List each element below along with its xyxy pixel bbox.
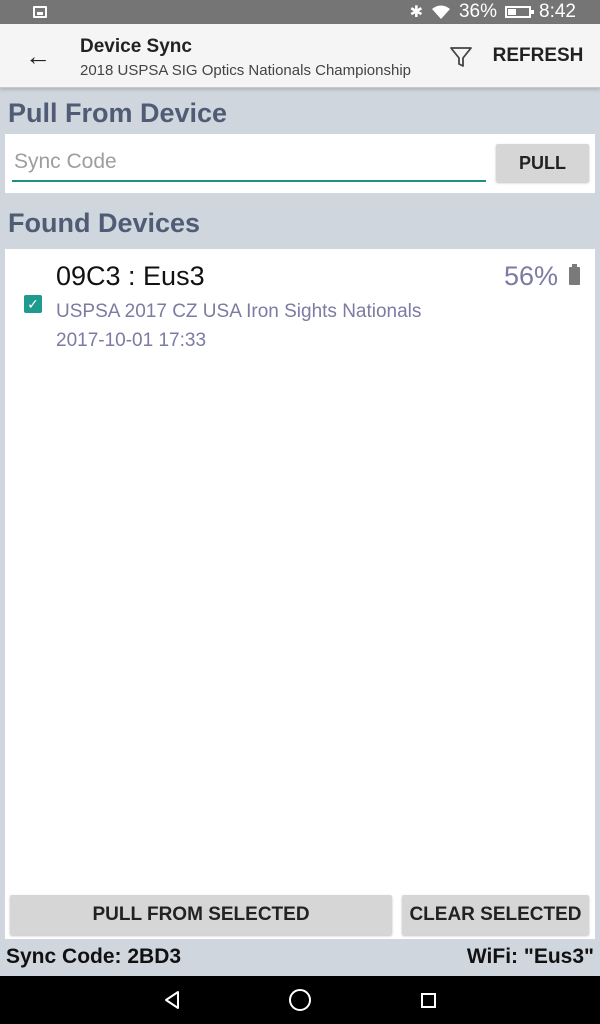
sync-code-input[interactable]: [12, 144, 486, 182]
footer-sync-code: Sync Code: 2BD3: [6, 945, 182, 968]
refresh-button[interactable]: REFRESH: [486, 42, 590, 70]
device-match-name: USPSA 2017 CZ USA Iron Sights Nationals: [56, 301, 422, 322]
pull-section-header: Pull From Device: [8, 98, 228, 128]
battery-icon: [569, 264, 580, 285]
nav-back-icon[interactable]: [160, 988, 184, 1012]
pull-panel: PULL: [5, 134, 595, 193]
battery-icon: [505, 6, 535, 18]
device-checkbox[interactable]: ✓: [24, 295, 42, 313]
pull-button[interactable]: PULL: [496, 144, 589, 182]
battery-percent: 36%: [458, 1, 498, 22]
filter-icon[interactable]: [448, 44, 474, 70]
devices-list: ✓ 09C3 : Eus3 USPSA 2017 CZ USA Iron Sig…: [5, 249, 595, 939]
device-date: 2017-10-01 17:33: [56, 330, 207, 351]
back-arrow-icon[interactable]: ←: [24, 42, 52, 70]
found-devices-header: Found Devices: [8, 208, 201, 238]
page-subtitle: 2018 USPSA SIG Optics Nationals Champion…: [80, 62, 412, 79]
device-name: 09C3 : Eus3: [56, 261, 205, 291]
clock: 8:42: [539, 1, 576, 22]
footer-wifi: WiFi: "Eus3": [466, 945, 594, 968]
nav-home-icon[interactable]: [289, 989, 311, 1011]
bluetooth-icon: ✱: [409, 4, 423, 21]
pull-from-selected-button[interactable]: PULL FROM SELECTED: [10, 895, 392, 935]
navigation-bar: [0, 976, 600, 1024]
clear-selected-button[interactable]: CLEAR SELECTED: [402, 895, 589, 935]
app-toolbar: ← Device Sync 2018 USPSA SIG Optics Nati…: [0, 24, 600, 88]
image-notification-icon: [33, 6, 47, 18]
device-list-item[interactable]: ✓ 09C3 : Eus3 USPSA 2017 CZ USA Iron Sig…: [5, 249, 595, 359]
nav-recents-icon[interactable]: [421, 993, 436, 1008]
battery-fill: [508, 9, 516, 15]
page-title: Device Sync: [80, 36, 192, 57]
device-battery-percent: 56%: [503, 261, 558, 291]
wifi-icon: [431, 4, 451, 20]
status-bar: ✱ 36% 8:42: [0, 0, 600, 24]
